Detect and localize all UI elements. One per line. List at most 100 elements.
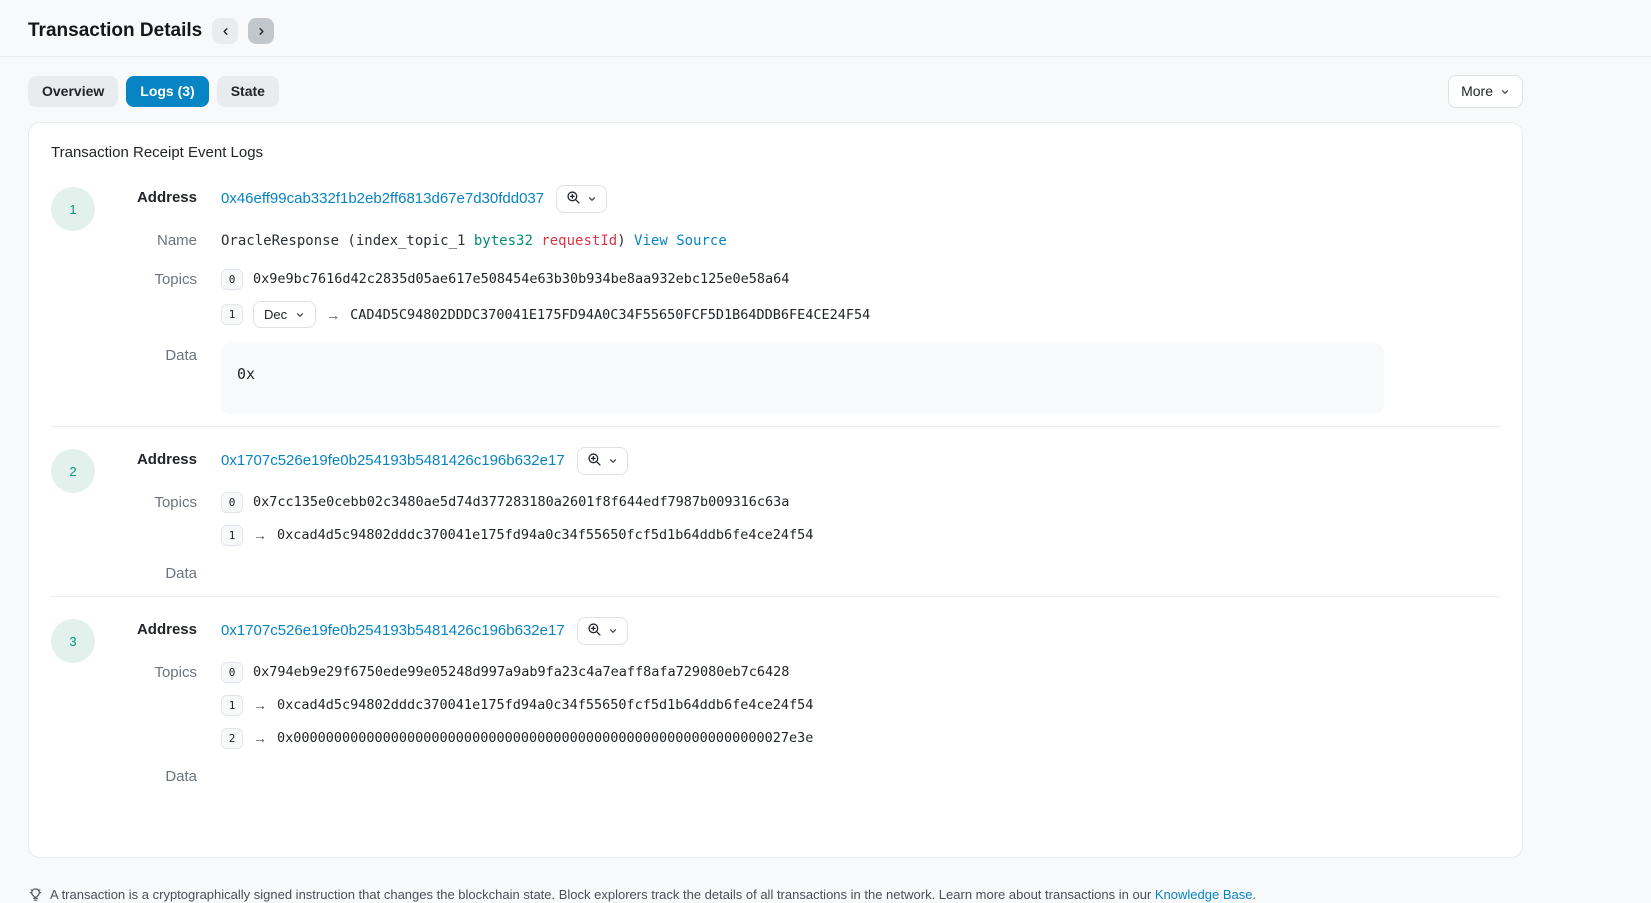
topic-index-badge: 1: [221, 525, 243, 546]
data-content: 0x: [221, 343, 1500, 414]
address-content: 0x46eff99cab332f1b2eb2ff6813d67e7d30fdd0…: [221, 185, 1500, 213]
data-label: Data: [117, 561, 197, 584]
chevron-down-icon: [295, 310, 305, 320]
footer-text: A transaction is a cryptographically sig…: [50, 886, 1256, 903]
address-link[interactable]: 0x1707c526e19fe0b254193b5481426c196b632e…: [221, 451, 565, 471]
tabs-row: Overview Logs (3) State More: [28, 75, 1523, 108]
topics-row: Topics00x9e9bc7616d42c2835d05ae617e50845…: [117, 267, 1500, 328]
log-badge-column: 3: [51, 617, 117, 787]
view-source-link[interactable]: View Source: [634, 233, 727, 249]
topics-list: 00x794eb9e29f6750ede99e05248d997a9ab9fa2…: [221, 660, 1500, 749]
address-label: Address: [117, 185, 197, 208]
data-value: 0x: [237, 365, 255, 383]
topic-row: 1 → 0xcad4d5c94802dddc370041e175fd94a0c34f…: [221, 524, 1500, 546]
address-content: 0x1707c526e19fe0b254193b5481426c196b632e…: [221, 617, 1500, 645]
log-entry: 1Address0x46eff99cab332f1b2eb2ff6813d67e…: [51, 165, 1500, 426]
chevron-left-icon: [220, 26, 231, 37]
zoom-address-button[interactable]: [556, 185, 607, 213]
page-title: Transaction Details: [28, 20, 202, 42]
topic-index-badge: 2: [221, 728, 243, 749]
data-row: Data: [117, 764, 1500, 787]
event-signature: OracleResponse (index_topic_1 bytes32 re…: [221, 233, 634, 249]
page: Transaction Details Overview Logs (3) St…: [0, 0, 1651, 894]
topic-row: 1 Dec → CAD4D5C94802DDDC370041E175FD94A0C34…: [221, 301, 1500, 328]
chevron-down-icon: [1500, 87, 1510, 97]
data-label: Data: [117, 343, 197, 366]
topics-row: Topics 00x7cc135e0cebb02c3480ae5d74d37728…: [117, 490, 1500, 546]
topic-index-badge: 0: [221, 269, 243, 290]
zoom-address-button[interactable]: [577, 617, 628, 645]
magnifier-plus-icon: [566, 190, 581, 208]
topic-index-badge: 0: [221, 492, 243, 513]
arrow-right-icon: →: [326, 308, 340, 322]
address-row: Address 0x1707c526e19fe0b254193b5481426c1…: [117, 617, 1500, 645]
next-transaction-button[interactable]: [248, 18, 274, 44]
decode-dropdown[interactable]: Dec: [253, 301, 316, 328]
topic-value: 0xcad4d5c94802dddc370041e175fd94a0c34f55…: [277, 697, 813, 713]
logs-list: 1Address0x46eff99cab332f1b2eb2ff6813d67e…: [51, 165, 1500, 799]
tab-logs[interactable]: Logs (3): [126, 76, 208, 107]
topic-row: 00x7cc135e0cebb02c3480ae5d74d377283180a2…: [221, 491, 1500, 513]
topic-value: 0xcad4d5c94802dddc370041e175fd94a0c34f55…: [277, 527, 813, 543]
knowledge-base-link[interactable]: Knowledge Base: [1155, 887, 1253, 902]
topic-index-badge: 1: [221, 304, 243, 325]
topic-row: 2→0x000000000000000000000000000000000000…: [221, 727, 1500, 749]
log-index-badge: 2: [51, 449, 95, 493]
log-rows: Address 0x1707c526e19fe0b254193b5481426c1…: [117, 617, 1500, 787]
event-name-text: OracleResponse (index_topic_1: [221, 233, 474, 249]
chevron-down-icon: [608, 626, 618, 636]
chevron-down-icon: [608, 456, 618, 466]
arrow-right-icon: →: [253, 528, 267, 542]
zoom-address-button[interactable]: [577, 447, 628, 475]
data-row: Data 0x: [117, 343, 1500, 414]
more-button[interactable]: More: [1448, 75, 1523, 108]
log-entry: 2 Address0x1707c526e19fe0b254193b5481426c…: [51, 427, 1500, 596]
address-row: Address0x1707c526e19fe0b254193b5481426c1…: [117, 447, 1500, 475]
address-link[interactable]: 0x1707c526e19fe0b254193b5481426c196b632e…: [221, 621, 565, 641]
name-label: Name: [117, 228, 197, 251]
data-row: Data: [117, 561, 1500, 584]
topic-index-badge: 1: [221, 695, 243, 716]
footer-text-before: A transaction is a cryptographically sig…: [50, 887, 1155, 902]
topic-value: 0x9e9bc7616d42c2835d05ae617e508454e63b30…: [253, 271, 789, 287]
page-footer: A transaction is a cryptographically sig…: [0, 858, 1651, 903]
card-heading: Transaction Receipt Event Logs: [51, 144, 1500, 161]
tab-overview[interactable]: Overview: [28, 76, 118, 107]
address-label: Address: [117, 617, 197, 640]
topics-list: 00x7cc135e0cebb02c3480ae5d74d377283180a2…: [221, 490, 1500, 546]
log-badge-column: 1: [51, 185, 117, 414]
content-column: Overview Logs (3) State More Transaction…: [28, 75, 1523, 858]
event-logs-card: Transaction Receipt Event Logs 1Address0…: [28, 122, 1523, 858]
address-link[interactable]: 0x46eff99cab332f1b2eb2ff6813d67e7d30fdd0…: [221, 189, 544, 209]
topics-label: Topics: [117, 490, 197, 513]
name-content: OracleResponse (index_topic_1 bytes32 re…: [221, 228, 1500, 252]
topics-row: Topics 00x794eb9e29f6750ede99e05248d997a9…: [117, 660, 1500, 749]
more-button-label: More: [1461, 83, 1493, 100]
data-box: 0x: [221, 343, 1384, 414]
name-row: Name OracleResponse (index_topic_1 bytes3…: [117, 228, 1500, 252]
event-param-name: requestId: [541, 233, 617, 249]
decode-dropdown-label: Dec: [264, 307, 287, 322]
topic-value: 0x00000000000000000000000000000000000000…: [277, 730, 813, 746]
data-label: Data: [117, 764, 197, 787]
chevron-down-icon: [587, 194, 597, 204]
topic-row: 0 0x9e9bc7616d42c2835d05ae617e508454e63b3…: [221, 268, 1500, 290]
log-rows: Address 0x46eff99cab332f1b2eb2ff6813d67e7…: [117, 185, 1500, 414]
log-index-badge: 3: [51, 619, 95, 663]
topics-list: 0 0x9e9bc7616d42c2835d05ae617e508454e63b3…: [221, 267, 1500, 328]
chevron-right-icon: [256, 26, 267, 37]
topic-index-badge: 0: [221, 662, 243, 683]
topic-row: 1 → 0xcad4d5c94802dddc370041e175fd94a0c34f…: [221, 694, 1500, 716]
lightbulb-icon: [28, 887, 43, 902]
topic-row: 00x794eb9e29f6750ede99e05248d997a9ab9fa2…: [221, 661, 1500, 683]
footer-text-after: .: [1252, 887, 1256, 902]
tabs: Overview Logs (3) State: [28, 76, 279, 107]
magnifier-plus-icon: [587, 452, 602, 470]
topics-label: Topics: [117, 660, 197, 683]
address-content: 0x1707c526e19fe0b254193b5481426c196b632e…: [221, 447, 1500, 475]
tab-state[interactable]: State: [217, 76, 279, 107]
arrow-right-icon: →: [253, 698, 267, 712]
prev-transaction-button[interactable]: [212, 18, 238, 44]
magnifier-plus-icon: [587, 622, 602, 640]
topic-value: CAD4D5C94802DDDC370041E175FD94A0C34F5565…: [350, 307, 870, 323]
